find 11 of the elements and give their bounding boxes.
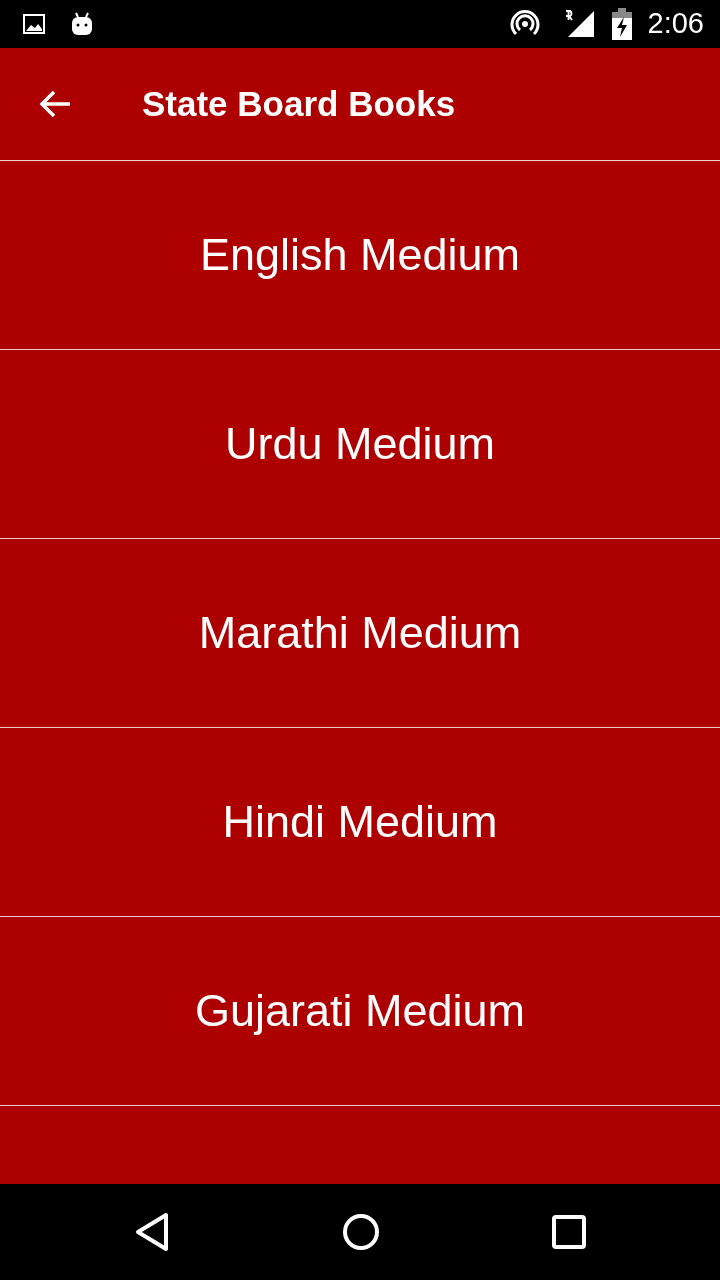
home-nav-icon[interactable] [342, 1213, 380, 1251]
back-arrow-icon [38, 89, 72, 119]
recents-nav-icon[interactable] [552, 1215, 586, 1249]
clock-time: 2:06 [647, 6, 704, 42]
back-button[interactable] [38, 89, 72, 119]
battery-icon [611, 8, 632, 40]
signal-icon [563, 9, 596, 39]
image-icon [22, 12, 46, 36]
android-icon [70, 11, 94, 37]
screen-title: State Board Books [142, 82, 456, 125]
back-nav-icon[interactable] [134, 1212, 170, 1252]
